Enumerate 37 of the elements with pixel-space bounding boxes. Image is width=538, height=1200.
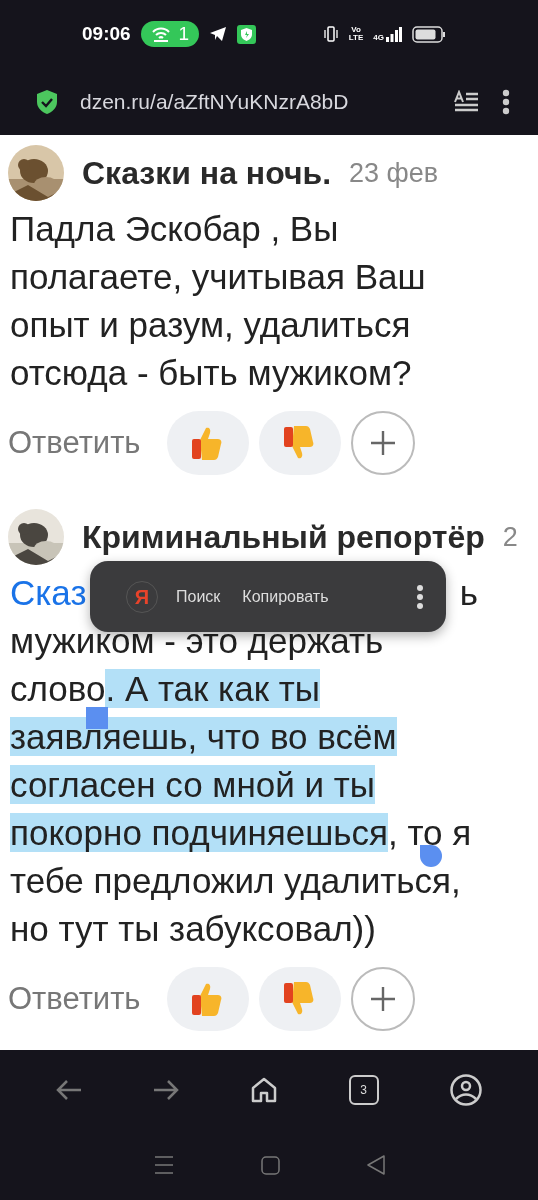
selection-handle-icon[interactable] (86, 707, 108, 729)
network-type: 4G (373, 33, 384, 42)
profile-icon[interactable] (450, 1074, 483, 1106)
battery-icon (412, 25, 446, 43)
volte-indicator: Vo LTE (348, 26, 364, 42)
comment-text: Падла Эскобар , Вы полагаете, учитывая Ваш опыт и разум, удалиться отсюда - быть мужиком? (10, 208, 427, 394)
menu-item[interactable]: Поиск (172, 583, 225, 610)
menu-item[interactable]: Копировать (238, 583, 333, 610)
tabs-counter[interactable]: 3 (348, 1075, 379, 1105)
comment-text-fragment: ь (459, 572, 478, 614)
reply-link[interactable]: Ответить (8, 425, 141, 461)
plus-icon (369, 986, 396, 1012)
signal-icon (386, 26, 402, 42)
comment-author[interactable]: Сказки на ночь. (82, 154, 332, 192)
more-options-icon[interactable] (502, 88, 510, 115)
secure-shield-icon[interactable] (36, 88, 58, 115)
forward-arrow-icon[interactable] (153, 1079, 180, 1101)
selection-handle-icon[interactable] (420, 845, 442, 867)
more-options-icon[interactable] (416, 584, 424, 609)
hotspot-badge: 1 (140, 21, 200, 47)
shield-app-icon (237, 24, 257, 44)
reply-link[interactable]: Ответить (8, 981, 141, 1017)
menu-icon[interactable] (153, 1156, 174, 1174)
comment-date: 2 (502, 521, 518, 553)
home-square-icon[interactable] (260, 1155, 280, 1175)
paper-plane-icon (209, 26, 228, 42)
plus-icon (369, 430, 396, 456)
vibrate-icon (322, 26, 339, 42)
status-time: 09:06 (82, 23, 131, 45)
comment-date: 23 фев (349, 157, 439, 189)
reader-mode-icon[interactable] (454, 89, 480, 114)
author-link[interactable]: Сказ (10, 569, 87, 617)
hotspot-icon (150, 26, 171, 42)
comment-author[interactable]: Криминальный репортёр (82, 518, 485, 556)
home-icon[interactable] (251, 1077, 277, 1103)
back-arrow-icon[interactable] (55, 1079, 82, 1101)
back-triangle-icon[interactable] (366, 1155, 385, 1175)
